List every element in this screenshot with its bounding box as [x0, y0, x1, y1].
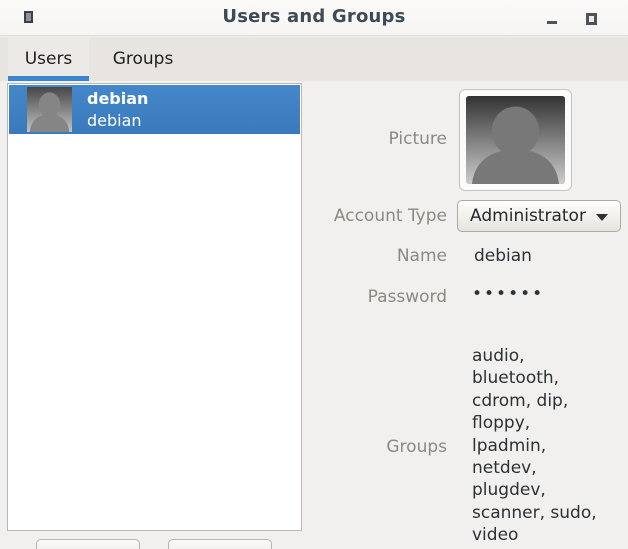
active-tab-indicator: [8, 76, 89, 81]
minimize-button[interactable]: [542, 8, 562, 28]
maximize-button[interactable]: [580, 8, 602, 28]
picture-avatar-icon: [466, 96, 565, 184]
password-label: Password: [300, 287, 447, 307]
users-and-groups-window: Users and Groups Users Groups: [0, 0, 628, 549]
account-type-value: Administrator: [470, 206, 586, 226]
account-type-label: Account Type: [300, 206, 447, 226]
user-avatar-icon: [27, 87, 72, 132]
user-list-button-right[interactable]: [168, 539, 272, 549]
minimize-icon: [547, 21, 557, 24]
groups-label: Groups: [300, 437, 447, 457]
tab-groups[interactable]: Groups: [97, 37, 189, 81]
user-list-button-left[interactable]: [36, 539, 140, 549]
picture-label: Picture: [300, 129, 447, 149]
tab-users[interactable]: Users: [8, 37, 89, 81]
user-row-display-name: debian: [87, 111, 142, 130]
tab-users-label: Users: [25, 49, 73, 69]
user-row-debian[interactable]: debian debian: [9, 85, 300, 134]
chevron-down-icon: [596, 214, 608, 221]
groups-value: audio, bluetooth, cdrom, dip, floppy, lp…: [472, 345, 627, 547]
tabbar: Users Groups: [0, 37, 628, 81]
name-label: Name: [300, 246, 447, 266]
password-value[interactable]: ••••••: [472, 284, 544, 304]
user-row-username: debian: [87, 89, 148, 108]
titlebar: Users and Groups: [0, 0, 628, 36]
tab-groups-label: Groups: [113, 49, 174, 69]
account-type-dropdown[interactable]: Administrator: [457, 200, 621, 232]
user-list[interactable]: debian debian: [7, 83, 302, 531]
maximize-icon: [586, 13, 597, 25]
window-title: Users and Groups: [0, 6, 628, 27]
name-value[interactable]: debian: [474, 246, 532, 266]
picture-button[interactable]: [459, 89, 572, 191]
